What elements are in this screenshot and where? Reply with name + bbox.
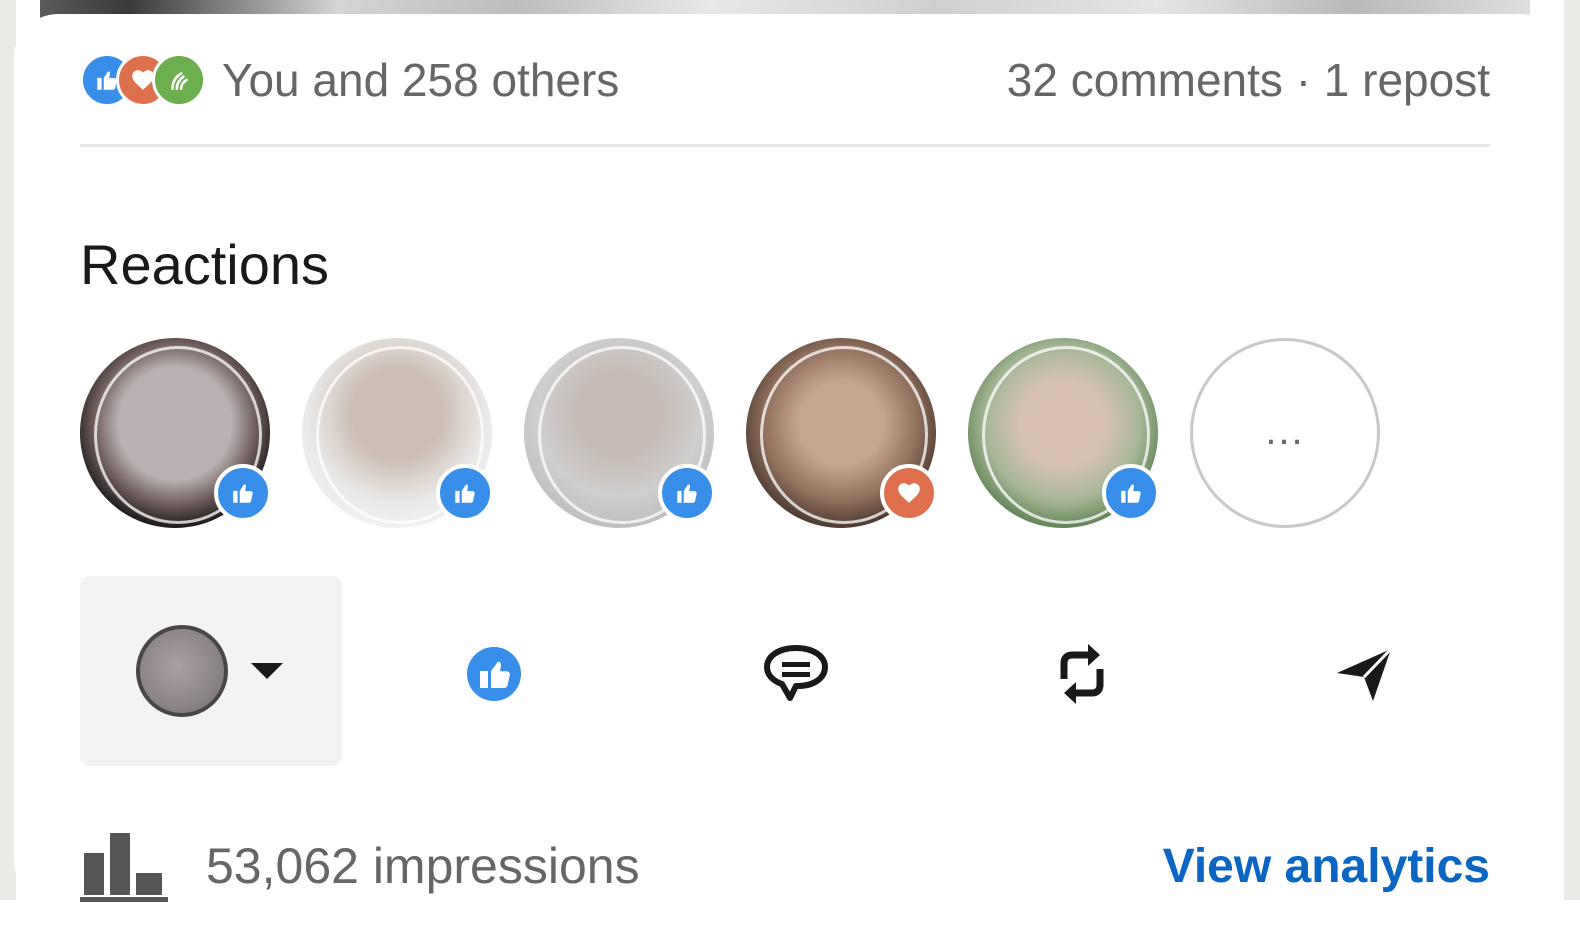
support-reaction-icon [152, 53, 206, 107]
reactors-summary[interactable]: You and 258 others [80, 53, 619, 107]
like-badge-icon [436, 464, 494, 522]
reactor-avatar[interactable] [80, 338, 272, 528]
reactor-avatar[interactable] [746, 338, 938, 528]
like-button[interactable] [444, 624, 544, 724]
social-counts-row: You and 258 others 32 comments · 1 repos… [80, 48, 1490, 112]
caret-down-icon [251, 663, 283, 679]
divider [80, 144, 1490, 147]
comments-reposts-count[interactable]: 32 comments · 1 repost [1007, 53, 1490, 107]
analytics-bar-chart-icon [80, 833, 168, 902]
like-badge-icon [658, 464, 716, 522]
repost-icon [1060, 644, 1104, 704]
reactors-text[interactable]: You and 258 others [222, 53, 619, 107]
love-badge-icon [880, 464, 938, 522]
reactor-avatar[interactable] [524, 338, 716, 528]
like-badge-icon [1102, 464, 1160, 522]
post-card: You and 258 others 32 comments · 1 repos… [14, 14, 1564, 904]
page-background-right [1564, 0, 1580, 900]
impressions-count: 53,062 impressions [206, 838, 640, 894]
identity-selector-button[interactable] [80, 576, 342, 766]
reactors-avatar-list: ... [80, 338, 1380, 538]
comment-button[interactable] [746, 624, 846, 724]
analytics-row: 53,062 impressions View analytics [80, 820, 1490, 904]
like-icon [467, 647, 521, 701]
avatar [136, 625, 228, 717]
send-button[interactable] [1314, 624, 1414, 724]
reactor-avatar[interactable] [968, 338, 1160, 528]
post-actions-bar [80, 576, 1490, 766]
like-badge-icon [214, 464, 272, 522]
comment-icon [764, 645, 828, 701]
more-reactors-button[interactable]: ... [1190, 338, 1380, 528]
reactor-avatar[interactable] [302, 338, 494, 528]
send-icon [1337, 647, 1393, 701]
more-label: ... [1265, 408, 1305, 453]
repost-button[interactable] [1032, 624, 1132, 724]
reactions-heading: Reactions [80, 233, 330, 296]
view-analytics-link[interactable]: View analytics [1163, 839, 1490, 894]
